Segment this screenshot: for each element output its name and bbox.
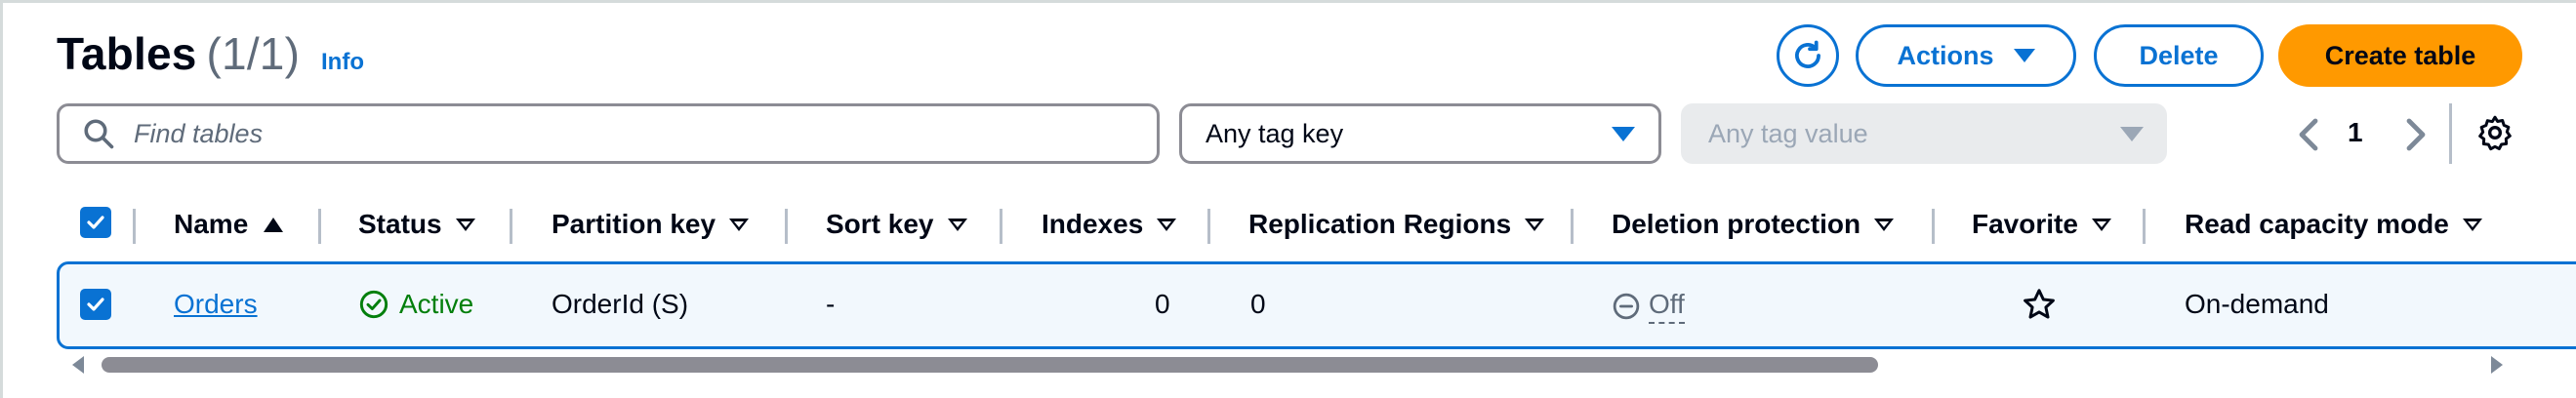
- sort-icon: [729, 218, 750, 231]
- column-header-label: Sort key: [826, 209, 934, 239]
- tag-key-value: Any tag key: [1206, 118, 1344, 148]
- deletion-protection-cell: Off: [1612, 289, 1685, 324]
- column-header-label: Partition key: [552, 209, 716, 239]
- column-header-label: Favorite: [1972, 209, 2078, 239]
- gear-icon[interactable]: [2475, 113, 2515, 152]
- check-icon: [87, 298, 104, 311]
- row-checkbox[interactable]: [80, 289, 111, 320]
- column-header-partition-key[interactable]: Partition key: [552, 209, 750, 240]
- info-link[interactable]: Info: [321, 49, 364, 76]
- column-header-label: Replication Regions: [1248, 209, 1512, 239]
- table-name-link[interactable]: Orders: [174, 289, 258, 320]
- sort-icon: [1525, 218, 1545, 231]
- page-title: Tables (1/1): [57, 27, 300, 80]
- column-header-label: Indexes: [1042, 209, 1144, 239]
- sort-icon: [1874, 218, 1895, 231]
- column-divider[interactable]: [1932, 209, 1935, 244]
- horizontal-scrollbar-thumb[interactable]: [102, 357, 1878, 373]
- page-number[interactable]: 1: [2348, 117, 2363, 148]
- caret-down-icon: [2120, 126, 2144, 141]
- select-all-checkbox[interactable]: [80, 207, 111, 238]
- disabled-icon: [1613, 293, 1640, 320]
- caret-down-icon: [1612, 126, 1635, 141]
- column-divider[interactable]: [1571, 209, 1574, 244]
- column-divider[interactable]: [133, 209, 136, 244]
- column-header-favorite[interactable]: Favorite: [1972, 209, 2111, 240]
- column-divider[interactable]: [1000, 209, 1002, 244]
- column-header-label: Name: [174, 209, 249, 239]
- column-divider[interactable]: [1207, 209, 1210, 244]
- column-divider[interactable]: [785, 209, 788, 244]
- sort-key-cell: -: [826, 289, 836, 319]
- table-count: (1/1): [206, 28, 301, 79]
- create-table-button[interactable]: Create table: [2278, 24, 2522, 87]
- actions-label: Actions: [1897, 40, 1994, 70]
- refresh-icon: [1795, 40, 1820, 68]
- sort-ascending-icon: [264, 217, 284, 232]
- column-header-read-capacity-mode[interactable]: Read capacity mode: [2185, 209, 2482, 240]
- column-header-replication-regions[interactable]: Replication Regions: [1248, 209, 1545, 240]
- tag-key-select[interactable]: Any tag key: [1179, 103, 1661, 164]
- column-divider[interactable]: [318, 209, 321, 244]
- tag-value-placeholder: Any tag value: [1708, 118, 1868, 148]
- sort-icon: [455, 218, 475, 231]
- delete-button[interactable]: Delete: [2094, 24, 2264, 87]
- refresh-button[interactable]: [1777, 24, 1839, 87]
- indexes-cell: 0: [1155, 289, 1170, 319]
- tag-value-select[interactable]: Any tag value: [1681, 103, 2167, 164]
- pagination-divider: [2449, 103, 2452, 164]
- column-header-status[interactable]: Status: [358, 209, 475, 240]
- deletion-protection-text[interactable]: Off: [1649, 289, 1685, 324]
- sort-icon: [947, 218, 967, 231]
- success-icon: [359, 290, 388, 319]
- previous-page-icon[interactable]: [2294, 115, 2323, 154]
- status-text: Active: [399, 289, 474, 319]
- sort-icon: [2091, 218, 2111, 231]
- column-header-indexes[interactable]: Indexes: [1042, 209, 1177, 240]
- search-field[interactable]: [57, 103, 1160, 164]
- column-divider[interactable]: [510, 209, 512, 244]
- frame-border-left: [0, 0, 3, 398]
- favorite-star-icon[interactable]: [2022, 287, 2057, 322]
- scroll-right-arrow[interactable]: [2491, 356, 2503, 374]
- status-indicator: Active: [358, 289, 473, 320]
- check-icon: [87, 216, 104, 229]
- column-header-label: Read capacity mode: [2185, 209, 2449, 239]
- column-header-sort-key[interactable]: Sort key: [826, 209, 967, 240]
- scroll-left-arrow[interactable]: [72, 356, 84, 374]
- read-capacity-mode-cell: On-demand: [2185, 289, 2329, 319]
- frame-border-top: [0, 0, 2576, 3]
- search-icon: [84, 119, 114, 149]
- column-header-deletion-protection[interactable]: Deletion protection: [1612, 209, 1895, 240]
- replication-regions-cell: 0: [1250, 289, 1266, 319]
- partition-key-cell: OrderId (S): [552, 289, 689, 319]
- sort-icon: [1157, 218, 1177, 231]
- column-header-name[interactable]: Name: [174, 209, 284, 240]
- search-input[interactable]: [132, 117, 1010, 150]
- column-header-label: Deletion protection: [1612, 209, 1861, 239]
- column-divider[interactable]: [2143, 209, 2146, 244]
- sort-icon: [2462, 218, 2482, 231]
- next-page-icon[interactable]: [2401, 115, 2431, 154]
- actions-dropdown-button[interactable]: Actions: [1856, 24, 2076, 87]
- page-title-text: Tables: [57, 28, 197, 79]
- column-header-label: Status: [358, 209, 442, 239]
- caret-down-icon: [2013, 49, 2035, 62]
